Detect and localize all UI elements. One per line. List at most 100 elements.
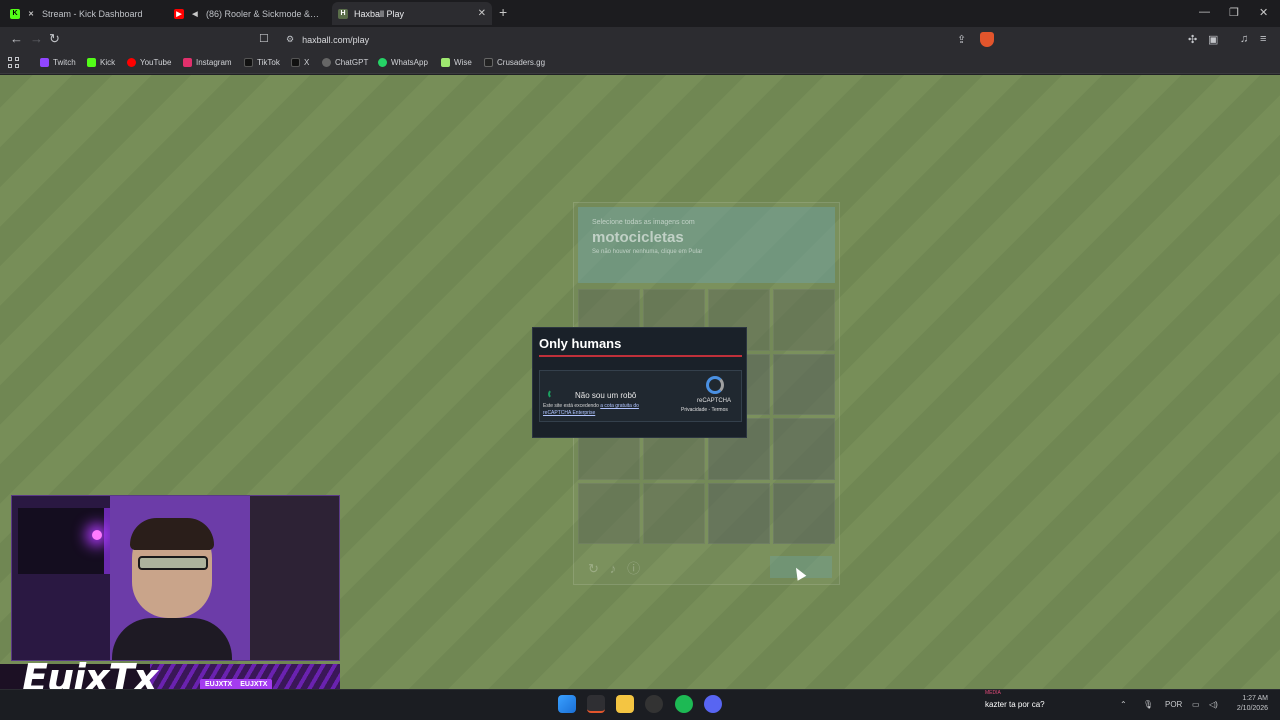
recaptcha-logo-icon [706, 376, 724, 394]
audio-playing-icon[interactable]: ◀ [190, 9, 200, 19]
notification-text: kazter ta por ca? [985, 700, 1045, 709]
challenge-tile[interactable] [773, 418, 835, 480]
crusaders-icon [484, 58, 493, 67]
bookmark-crusaders[interactable]: Crusaders.gg [484, 58, 545, 67]
address-bar[interactable]: ⚙ haxball.com/play [278, 30, 998, 49]
clock-date: 2/10/2026 [1236, 705, 1268, 712]
bookmark-label: Kick [100, 58, 116, 67]
close-tab-icon[interactable]: ✕ [478, 8, 486, 19]
challenge-tile[interactable] [708, 482, 770, 544]
microphone-icon[interactable]: 🎙 [1143, 700, 1153, 709]
share-icon[interactable]: ⇪ [957, 33, 966, 46]
back-icon[interactable]: ← [10, 32, 23, 46]
bookmark-tiktok[interactable]: TikTok [244, 58, 280, 67]
twitch-icon [40, 58, 49, 67]
spotify-icon[interactable] [675, 695, 693, 713]
bookmark-label: TikTok [257, 58, 280, 67]
tray-chevron-icon[interactable]: ⌃ [1120, 700, 1127, 709]
clock-time: 1:27 AM [1242, 695, 1268, 702]
challenge-footer-icons: ↻ ♪ ⓘ [588, 558, 640, 577]
bookmark-twitch[interactable]: Twitch [40, 58, 76, 67]
only-humans-dialog: Only humans Não sou um robô Este site es… [532, 327, 747, 438]
bookmark-label: Crusaders.gg [497, 58, 546, 67]
bookmark-label: ChatGPT [335, 58, 369, 67]
reload-icon[interactable]: ↻ [49, 32, 60, 46]
challenge-keyword: motocicletas [592, 229, 684, 246]
brave-browser-icon[interactable] [587, 695, 605, 713]
url-text: haxball.com/play [302, 34, 370, 45]
bookmark-kick[interactable]: Kick [87, 58, 115, 67]
webcam-light [92, 530, 102, 540]
challenge-tile[interactable] [578, 482, 640, 544]
recaptcha-checkbox[interactable] [548, 389, 558, 399]
bookmark-whatsapp[interactable]: WhatsApp [378, 58, 428, 67]
youtube-icon: ▶ [174, 8, 184, 19]
discord-icon[interactable] [704, 695, 722, 713]
windows-start-icon[interactable] [558, 695, 576, 713]
challenge-subtext: Se não houver nenhuma, clique em Pular [592, 249, 703, 255]
file-explorer-icon[interactable] [616, 695, 634, 713]
minimize-icon[interactable]: — [1199, 6, 1210, 18]
challenge-tile[interactable] [773, 289, 835, 351]
tab-title: Haxball Play [354, 8, 405, 19]
obs-icon[interactable] [645, 695, 663, 713]
tab-kick-dashboard[interactable]: K ✕ Stream - Kick Dashboard [4, 2, 164, 25]
taskbar [0, 689, 1280, 720]
language-indicator[interactable]: POR [1165, 700, 1182, 709]
streamer-avatar [112, 518, 232, 660]
tiktok-handle: EUJXTX [240, 681, 268, 688]
youtube-icon [127, 58, 136, 67]
notification-app: MEDIA [985, 690, 1001, 696]
tab-haxball[interactable]: H Haxball Play ✕ [332, 2, 492, 25]
bookmark-chatgpt[interactable]: ChatGPT [322, 58, 368, 67]
dialog-title: Only humans [539, 336, 622, 351]
challenge-tile[interactable] [643, 482, 705, 544]
extensions-icon[interactable]: ✣ [1188, 33, 1197, 46]
audio-icon[interactable]: ♪ [610, 561, 617, 576]
tiktok-icon [244, 58, 253, 67]
site-info-icon[interactable]: ⚙ [286, 34, 294, 45]
wallet-icon[interactable]: ▣ [1208, 33, 1218, 46]
instagram-handle: EUJXTX [205, 681, 233, 688]
bookmark-youtube[interactable]: YouTube [127, 58, 171, 67]
bookmark-icon[interactable]: ☐ [259, 32, 269, 46]
challenge-tile[interactable] [773, 482, 835, 544]
restore-icon[interactable]: ❐ [1229, 6, 1239, 19]
whatsapp-icon [378, 58, 387, 67]
bookmark-label: Wise [454, 58, 472, 67]
close-window-icon[interactable]: ✕ [1259, 6, 1268, 19]
recaptcha-note: Este site está excedendo a cota gratuita… [543, 403, 661, 417]
privacy-terms-link[interactable]: Privacidade - Termos [681, 407, 728, 413]
tab-youtube[interactable]: ▶ ◀ (86) Rooler & Sickmode & Paul E [168, 2, 326, 25]
challenge-tile[interactable] [773, 353, 835, 415]
bookmark-x[interactable]: X [291, 58, 309, 67]
recaptcha-brand: reCAPTCHA [697, 398, 732, 404]
volume-icon[interactable]: ◁) [1209, 700, 1218, 709]
tab-title: Stream - Kick Dashboard [42, 8, 143, 19]
menu-icon[interactable]: ≡ [1260, 33, 1266, 45]
webcam-background [18, 508, 110, 574]
bookmark-instagram[interactable]: Instagram [183, 58, 232, 67]
info-icon[interactable]: ⓘ [627, 561, 640, 576]
instagram-icon [183, 58, 192, 67]
media-icon[interactable]: ♫ [1240, 33, 1248, 45]
haxball-icon: H [338, 8, 348, 19]
kick-icon: K [10, 8, 20, 19]
bookmark-wise[interactable]: Wise [441, 58, 472, 67]
muted-audio-icon[interactable]: ✕ [26, 9, 36, 19]
apps-icon[interactable] [8, 57, 19, 68]
forward-icon[interactable]: → [30, 32, 43, 46]
notification-preview[interactable]: MEDIA kazter ta por ca? [985, 690, 1045, 709]
recaptcha-label: Não sou um robô [575, 391, 637, 400]
clock[interactable]: 1:27 AM 2/10/2026 [1228, 694, 1268, 714]
network-icon[interactable]: ▭ [1192, 700, 1200, 709]
chatgpt-icon [322, 58, 331, 67]
refresh-icon[interactable]: ↻ [588, 561, 599, 576]
bookmark-label: WhatsApp [391, 58, 428, 67]
new-tab-button[interactable]: + [499, 5, 507, 19]
brave-shields-icon[interactable] [980, 32, 994, 47]
bookmark-label: YouTube [140, 58, 172, 67]
streamer-banner: EujxTx EUJXTX EUJXTX [0, 656, 340, 700]
challenge-instruction: Selecione todas as imagens com [592, 219, 695, 226]
x-icon [291, 58, 300, 67]
